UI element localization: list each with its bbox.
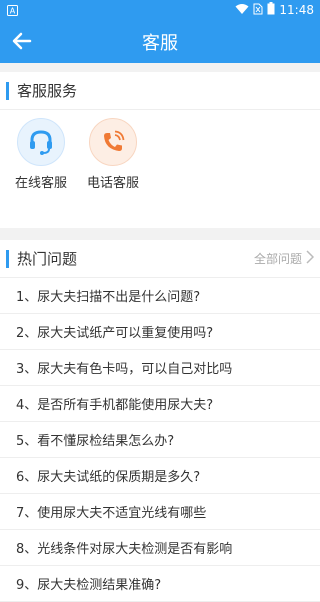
wifi-icon xyxy=(235,3,249,18)
app-bar: 客服 xyxy=(0,20,320,63)
question-list: 1、尿大夫扫描不出是什么问题? 2、尿大夫试纸产可以重复使用吗? 3、尿大夫有色… xyxy=(0,278,320,602)
question-item[interactable]: 3、尿大夫有色卡吗，可以自己对比吗 xyxy=(0,350,320,386)
question-item[interactable]: 7、使用尿大夫不适宜光线有哪些 xyxy=(0,494,320,530)
notification-a-icon: A xyxy=(6,4,18,16)
page-title: 客服 xyxy=(142,32,178,54)
spacer xyxy=(0,63,320,72)
all-questions-label: 全部问题 xyxy=(253,252,302,266)
question-item[interactable]: 2、尿大夫试纸产可以重复使用吗? xyxy=(0,314,320,350)
question-item[interactable]: 5、看不懂尿检结果怎么办? xyxy=(0,422,320,458)
all-questions-link[interactable]: 全部问题 xyxy=(253,250,315,267)
section-accent-bar xyxy=(6,249,9,268)
hot-title: 热门问题 xyxy=(17,250,78,268)
section-accent-bar xyxy=(6,81,9,100)
online-service-button[interactable]: 在线客服 xyxy=(10,118,72,191)
hot-section: 热门问题 全部问题 1、尿大夫扫描不出是什么问题? 2、尿大夫试纸产可以重复使用… xyxy=(0,240,320,602)
phone-service-button[interactable]: 电话客服 xyxy=(82,118,144,191)
question-item[interactable]: 9、尿大夫检测结果准确? xyxy=(0,566,320,602)
phone-icon xyxy=(89,118,137,166)
headset-icon xyxy=(17,118,65,166)
service-list: 在线客服 电话客服 xyxy=(0,110,320,228)
chevron-right-icon xyxy=(306,250,315,267)
service-title: 客服服务 xyxy=(17,82,78,100)
phone-service-label: 电话客服 xyxy=(86,176,139,191)
back-arrow-icon[interactable] xyxy=(10,29,34,53)
hot-header: 热门问题 全部问题 xyxy=(0,240,320,278)
service-section: 客服服务 在线客服 电话客服 xyxy=(0,72,320,228)
svg-text:A: A xyxy=(9,6,15,15)
question-item[interactable]: 1、尿大夫扫描不出是什么问题? xyxy=(0,278,320,314)
sim-icon xyxy=(253,3,263,18)
question-item[interactable]: 6、尿大夫试纸的保质期是多久? xyxy=(0,458,320,494)
service-header: 客服服务 xyxy=(0,72,320,110)
status-bar: A 11:48 xyxy=(0,0,320,20)
online-service-label: 在线客服 xyxy=(14,176,67,191)
battery-icon xyxy=(267,2,275,18)
spacer xyxy=(0,228,320,240)
question-item[interactable]: 8、光线条件对尿大夫检测是否有影响 xyxy=(0,530,320,566)
question-item[interactable]: 4、是否所有手机都能使用尿大夫? xyxy=(0,386,320,422)
clock: 11:48 xyxy=(279,3,314,17)
